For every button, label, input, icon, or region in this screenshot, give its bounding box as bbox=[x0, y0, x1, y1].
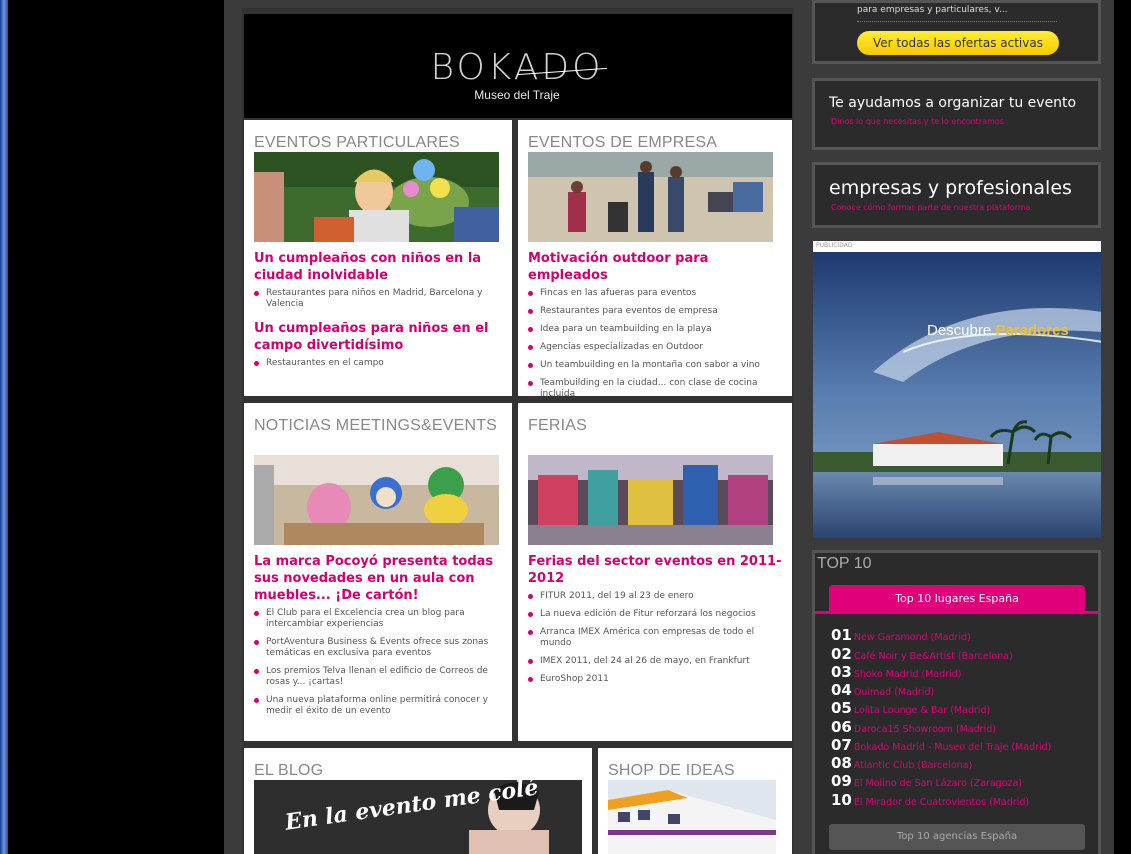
ad-text: Descubre Paradores bbox=[927, 322, 1069, 339]
window-edge bbox=[0, 0, 8, 854]
section-ferias: FERIAS Ferias del sector eventos en 2011… bbox=[518, 403, 792, 741]
list-item[interactable]: Idea para un teambuilding en la playa bbox=[528, 324, 786, 335]
list-item[interactable]: Teambuilding en la ciudad... con clase d… bbox=[528, 378, 786, 396]
bokado-banner[interactable]: BOKADO Museo del Traje bbox=[244, 14, 792, 118]
section-eventos-particulares: EVENTOS PARTICULARES Un cumpleaños con n… bbox=[244, 120, 512, 396]
ofertas-box: para empresas y particulares, v... Ver t… bbox=[812, 0, 1101, 64]
ad-label: PUBLICIDAD bbox=[816, 242, 853, 249]
top10-item[interactable]: 08 Atlantic Club (Barcelona) bbox=[831, 753, 972, 772]
section-title[interactable]: EL BLOG bbox=[254, 762, 323, 780]
divider bbox=[857, 21, 1057, 23]
train-photo[interactable] bbox=[608, 780, 776, 854]
list-item[interactable]: Restaurantes en el campo bbox=[254, 358, 504, 369]
ad-label-bar: PUBLICIDAD bbox=[813, 241, 1101, 252]
top10-item[interactable]: 04 Ouimad (Madrid) bbox=[831, 680, 934, 699]
list-item[interactable]: IMEX 2011, del 24 al 26 de mayo, en Fran… bbox=[528, 656, 786, 667]
list-item[interactable]: Los premios Telva llenan el edificio de … bbox=[254, 666, 506, 688]
logo-subtitle: Museo del Traje bbox=[474, 88, 560, 102]
list-item[interactable]: Un teambuilding en la montaña con sabor … bbox=[528, 360, 786, 371]
section-blog: EL BLOG En la evento me colé bbox=[244, 748, 592, 854]
tab-top10-agencias[interactable]: Top 10 agencias España bbox=[829, 824, 1085, 850]
organizar-subtitle[interactable]: Dinos lo que necesitas y te lo encontram… bbox=[831, 117, 1004, 126]
organizar-title[interactable]: Te ayudamos a organizar tu evento bbox=[829, 95, 1076, 111]
empresas-title[interactable]: empresas y profesionales bbox=[829, 177, 1072, 199]
tab-top10-lugares[interactable]: Top 10 lugares España bbox=[829, 585, 1085, 612]
bokado-logo: BOKADO Museo del Traje bbox=[422, 50, 612, 102]
top10-item[interactable]: 02 Café Noir y Be&Artist (Barcelona) bbox=[831, 644, 1013, 663]
section-title[interactable]: EVENTOS PARTICULARES bbox=[254, 134, 460, 152]
ad-text-descubre: Descubre bbox=[927, 322, 992, 339]
section-title[interactable]: EVENTOS DE EMPRESA bbox=[528, 134, 717, 152]
article-link[interactable]: La marca Pocoyó presenta todas sus noved… bbox=[254, 553, 506, 604]
logo-text: BOKADO bbox=[430, 47, 604, 88]
section-eventos-empresa: EVENTOS DE EMPRESA Motivación outdoor pa… bbox=[518, 120, 792, 396]
section-title[interactable]: NOTICIAS MEETINGS&EVENTS bbox=[254, 417, 497, 435]
pocoyo-photo[interactable] bbox=[254, 455, 499, 545]
top10-title: TOP 10 bbox=[817, 555, 872, 572]
list-item[interactable]: FITUR 2011, del 19 al 23 de enero bbox=[528, 591, 786, 602]
top10-item[interactable]: 06 Daroca15 Showroom (Madrid) bbox=[831, 717, 996, 736]
list-item[interactable]: Una nueva plataforma online permitirá co… bbox=[254, 695, 506, 717]
outdoor-photo[interactable] bbox=[528, 152, 773, 242]
list-item[interactable]: El Club para el Excelencia crea un blog … bbox=[254, 608, 506, 630]
top10-box: TOP 10 Top 10 lugares España 01 New Garam… bbox=[812, 550, 1101, 854]
blog-banner[interactable]: En la evento me colé bbox=[254, 780, 582, 854]
top10-item[interactable]: 07 Bokado Madrid - Museo del Traje (Madri… bbox=[831, 735, 1051, 754]
list-item[interactable]: EuroShop 2011 bbox=[528, 674, 786, 685]
empresas-box[interactable]: empresas y profesionales Conoce cómo for… bbox=[812, 162, 1101, 228]
top10-item[interactable]: 03 Shoko Madrid (Madrid) bbox=[831, 662, 961, 681]
list-item[interactable]: Restaurantes para niños en Madrid, Barce… bbox=[254, 288, 504, 310]
section-noticias: NOTICIAS MEETINGS&EVENTS La marca Pocoyó… bbox=[244, 403, 512, 741]
section-title[interactable]: SHOP DE IDEAS bbox=[608, 762, 735, 780]
top10-item[interactable]: 10 El Mirador de Cuatrovientos (Madrid) bbox=[831, 790, 1029, 809]
list-item[interactable]: PortAventura Business & Events ofrece su… bbox=[254, 637, 506, 659]
section-title[interactable]: FERIAS bbox=[528, 417, 587, 435]
top10-item[interactable]: 05 Lolita Lounge & Bar (Madrid) bbox=[831, 698, 990, 717]
list-item[interactable]: Arranca IMEX América con empresas de tod… bbox=[528, 627, 786, 649]
list-item[interactable]: Fincas en las afueras para eventos bbox=[528, 288, 786, 299]
ad-text-paradores: Paradores bbox=[995, 322, 1069, 339]
section-shop: SHOP DE IDEAS bbox=[598, 748, 792, 854]
article-link[interactable]: Ferias del sector eventos en 2011-2012 bbox=[528, 553, 786, 587]
list-item[interactable]: Restaurantes para eventos de empresa bbox=[528, 306, 786, 317]
empresas-subtitle[interactable]: Conoce cómo formar parte de nuestra plat… bbox=[831, 203, 1033, 212]
top10-item[interactable]: 09 El Molino de San Lázaro (Zaragoza) bbox=[831, 771, 1022, 790]
ver-ofertas-button[interactable]: Ver todas las ofertas activas bbox=[857, 31, 1059, 55]
article-link[interactable]: Motivación outdoor para empleados bbox=[528, 250, 786, 284]
article-link[interactable]: Un cumpleaños para niños en el campo div… bbox=[254, 320, 504, 354]
ofertas-snippet[interactable]: para empresas y particulares, v... bbox=[857, 5, 1008, 15]
list-item[interactable]: Agencias especializadas en Outdoor bbox=[528, 342, 786, 353]
organizar-evento-box[interactable]: Te ayudamos a organizar tu evento Dinos … bbox=[812, 78, 1101, 150]
birthday-photo[interactable] bbox=[254, 152, 499, 242]
article-link[interactable]: Un cumpleaños con niños en la ciudad ino… bbox=[254, 250, 504, 284]
fair-photo[interactable] bbox=[528, 455, 773, 545]
top10-item[interactable]: 01 New Garamond (Madrid) bbox=[831, 625, 971, 644]
list-item[interactable]: La nueva edición de Fitur reforzará los … bbox=[528, 609, 786, 620]
paradores-ad[interactable]: Descubre Paradores bbox=[813, 252, 1101, 538]
